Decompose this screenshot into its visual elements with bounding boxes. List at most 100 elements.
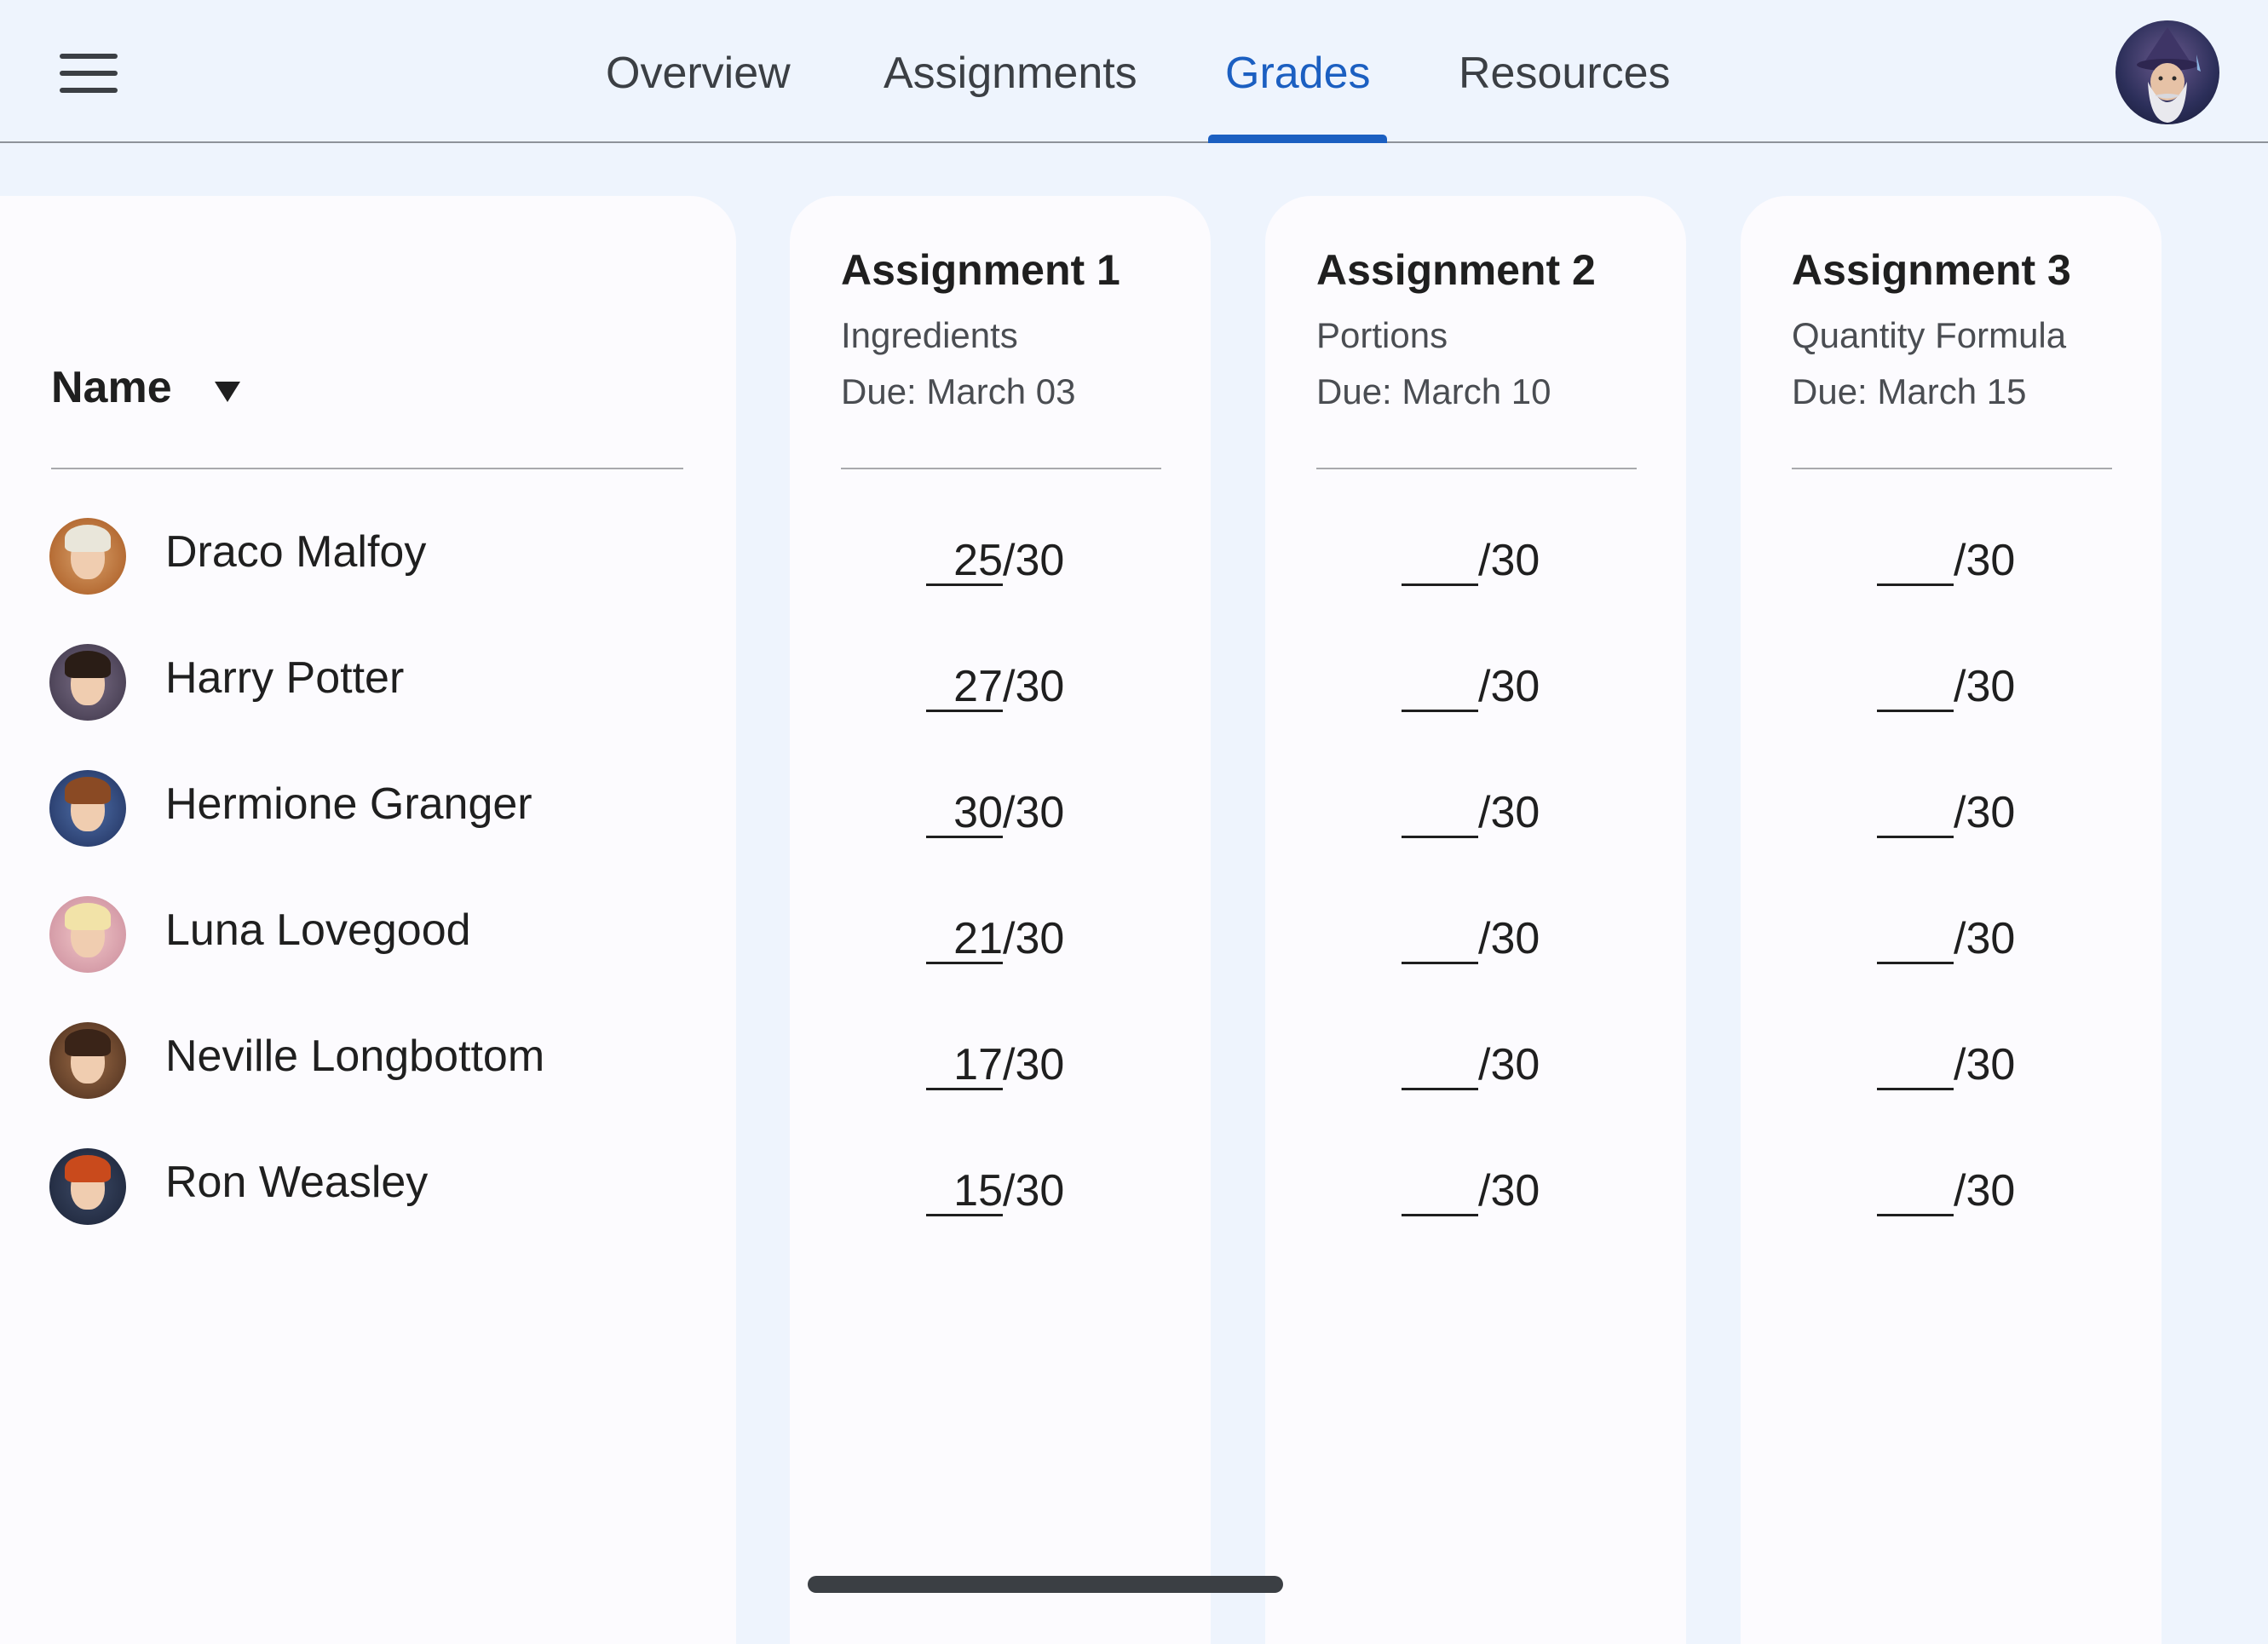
assignment-due-date: Due: March 15 — [1792, 371, 2027, 411]
grade-total: /30 — [1954, 914, 2016, 963]
student-name: Luna Lovegood — [165, 905, 471, 955]
grade-input-hermione-a1[interactable]: 30/30 — [926, 782, 1131, 842]
assignment-title: Assignment 1 — [841, 246, 1120, 294]
assignment-title: Assignment 2 — [1316, 246, 1596, 294]
grade-total: /30 — [1478, 1166, 1540, 1216]
header-divider — [841, 468, 1161, 469]
grade-input-draco-a1[interactable]: 25/30 — [926, 530, 1131, 589]
active-tab-indicator — [1208, 135, 1387, 143]
student-name: Draco Malfoy — [165, 527, 427, 577]
grade-input-neville-a3[interactable]: /30 — [1877, 1034, 2081, 1094]
user-avatar[interactable] — [2115, 20, 2219, 124]
tab-overview[interactable]: Overview — [606, 43, 791, 104]
grade-total: /30 — [1478, 536, 1540, 585]
avatar — [49, 896, 126, 973]
grade-total: /30 — [1003, 914, 1065, 963]
grade-total: /30 — [1954, 1166, 2016, 1216]
grade-total: /30 — [1003, 1040, 1065, 1089]
student-row-ron-weasley[interactable]: Ron Weasley — [49, 1148, 697, 1227]
grade-input-ron-a1[interactable]: 15/30 — [926, 1160, 1131, 1220]
assignment-3-column: Assignment 3 Quantity Formula Due: March… — [1741, 196, 2162, 1644]
grade-score[interactable]: 30 — [926, 787, 1003, 838]
grade-score[interactable] — [1402, 787, 1478, 838]
grade-total: /30 — [1954, 788, 2016, 837]
avatar — [49, 644, 126, 721]
triangle-down-icon[interactable] — [215, 382, 240, 402]
grade-score[interactable]: 15 — [926, 1165, 1003, 1216]
grade-score[interactable] — [1877, 535, 1954, 586]
nav-tabs: Overview Assignments Grades Resources — [0, 0, 2268, 143]
grade-score[interactable]: 21 — [926, 913, 1003, 964]
grade-score[interactable]: 25 — [926, 535, 1003, 586]
avatar — [49, 1022, 126, 1099]
horizontal-scrollbar[interactable] — [808, 1576, 1283, 1593]
grade-total: /30 — [1003, 536, 1065, 585]
grade-score[interactable] — [1877, 1165, 1954, 1216]
grade-score[interactable] — [1402, 535, 1478, 586]
grade-score[interactable] — [1877, 913, 1954, 964]
grade-input-harry-a1[interactable]: 27/30 — [926, 656, 1131, 716]
grade-total: /30 — [1003, 1166, 1065, 1216]
grade-input-neville-a1[interactable]: 17/30 — [926, 1034, 1131, 1094]
assignment-title: Assignment 3 — [1792, 246, 2071, 294]
student-row-hermione-granger[interactable]: Hermione Granger — [49, 770, 697, 848]
assignment-subtitle: Ingredients — [841, 315, 1018, 355]
grade-total: /30 — [1478, 914, 1540, 963]
grade-score[interactable] — [1402, 661, 1478, 712]
avatar — [49, 518, 126, 595]
avatar — [49, 770, 126, 847]
header-divider — [1316, 468, 1637, 469]
name-column-header[interactable]: Name — [51, 362, 172, 413]
grade-input-luna-a1[interactable]: 21/30 — [926, 908, 1131, 968]
grade-input-hermione-a2[interactable]: /30 — [1402, 782, 1606, 842]
grade-input-draco-a3[interactable]: /30 — [1877, 530, 2081, 589]
grade-total: /30 — [1478, 1040, 1540, 1089]
grade-total: /30 — [1954, 1040, 2016, 1089]
grade-total: /30 — [1954, 536, 2016, 585]
grade-input-ron-a2[interactable]: /30 — [1402, 1160, 1606, 1220]
tab-resources[interactable]: Resources — [1459, 43, 1671, 104]
grade-score[interactable]: 27 — [926, 661, 1003, 712]
grade-total: /30 — [1003, 662, 1065, 711]
tab-assignments[interactable]: Assignments — [884, 43, 1137, 104]
grade-score[interactable] — [1877, 1039, 1954, 1090]
top-app-bar: Overview Assignments Grades Resources — [0, 0, 2268, 143]
student-row-harry-potter[interactable]: Harry Potter — [49, 644, 697, 722]
assignment-due-date: Due: March 10 — [1316, 371, 1551, 411]
grade-input-ron-a3[interactable]: /30 — [1877, 1160, 2081, 1220]
grade-total: /30 — [1954, 662, 2016, 711]
header-divider — [51, 468, 683, 469]
grade-input-harry-a2[interactable]: /30 — [1402, 656, 1606, 716]
tab-grades[interactable]: Grades — [1225, 43, 1371, 104]
grade-input-draco-a2[interactable]: /30 — [1402, 530, 1606, 589]
grade-score[interactable] — [1877, 661, 1954, 712]
grade-total: /30 — [1478, 788, 1540, 837]
student-name: Hermione Granger — [165, 779, 532, 829]
grade-input-neville-a2[interactable]: /30 — [1402, 1034, 1606, 1094]
student-row-luna-lovegood[interactable]: Luna Lovegood — [49, 896, 697, 974]
grade-input-harry-a3[interactable]: /30 — [1877, 656, 2081, 716]
grade-score[interactable] — [1402, 913, 1478, 964]
wizard-avatar-icon — [2137, 27, 2201, 123]
student-row-neville-longbottom[interactable]: Neville Longbottom — [49, 1022, 697, 1101]
grade-score[interactable] — [1402, 1165, 1478, 1216]
student-name-column: Name Draco Malfoy Harry Potter Hermione … — [0, 196, 736, 1644]
grade-input-luna-a3[interactable]: /30 — [1877, 908, 2081, 968]
grade-score[interactable]: 17 — [926, 1039, 1003, 1090]
student-name: Harry Potter — [165, 653, 405, 703]
grade-score[interactable] — [1877, 787, 1954, 838]
grade-total: /30 — [1003, 788, 1065, 837]
assignment-subtitle: Portions — [1316, 315, 1448, 355]
assignment-due-date: Due: March 03 — [841, 371, 1076, 411]
student-name: Ron Weasley — [165, 1158, 429, 1207]
grade-input-luna-a2[interactable]: /30 — [1402, 908, 1606, 968]
grade-input-hermione-a3[interactable]: /30 — [1877, 782, 2081, 842]
grade-total: /30 — [1478, 662, 1540, 711]
assignment-subtitle: Quantity Formula — [1792, 315, 2067, 355]
grade-score[interactable] — [1402, 1039, 1478, 1090]
assignment-2-column: Assignment 2 Portions Due: March 10 /30 … — [1265, 196, 1686, 1644]
avatar — [49, 1148, 126, 1225]
student-name: Neville Longbottom — [165, 1032, 545, 1081]
assignment-1-column: Assignment 1 Ingredients Due: March 03 2… — [790, 196, 1211, 1644]
student-row-draco-malfoy[interactable]: Draco Malfoy — [49, 518, 697, 596]
